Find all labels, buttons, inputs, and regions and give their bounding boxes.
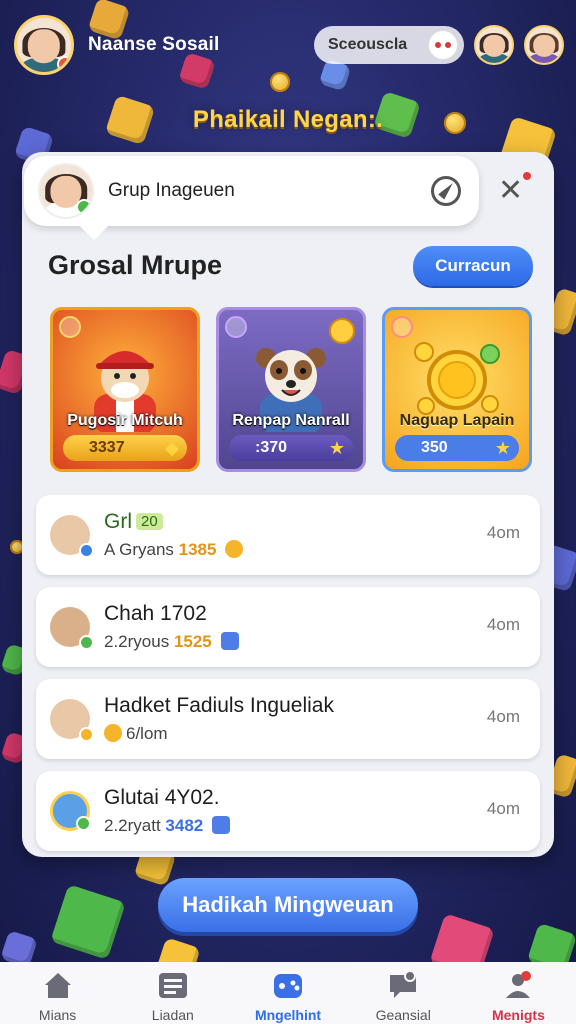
nav-item-chat[interactable]: Geansial <box>346 962 461 1024</box>
badge-icon <box>59 316 81 338</box>
level-tag: 20 <box>136 513 163 530</box>
tile-score: 350 ★ <box>395 435 519 461</box>
member-name: Hadket Fadiuls Ingueliak <box>104 694 334 717</box>
gem-icon: ◆ <box>165 438 179 458</box>
gem-icon <box>220 632 239 650</box>
list-item[interactable]: Grl 20 A Gryans 1385 4om <box>36 495 540 575</box>
member-stats-value: 1385 <box>178 540 217 559</box>
friend-avatar-2[interactable] <box>524 25 564 65</box>
bottom-nav: Mians Liadan Mngelhint Geansial Menigts <box>0 962 576 1024</box>
page-heading: Phaikail Negan:. <box>192 106 384 133</box>
member-stats-value: 6/lom <box>126 724 168 743</box>
nav-label: Mians <box>38 1007 77 1023</box>
member-stats-label: 2.2ryatt <box>104 816 166 835</box>
dice-icon[interactable] <box>428 30 458 60</box>
member-list: Grl 20 A Gryans 1385 4om Chah 1702 2.2ryo… <box>36 495 540 863</box>
tile-score-value: :370 <box>255 439 288 456</box>
close-icon[interactable]: ✕ <box>498 172 532 206</box>
list-item[interactable]: Chah 1702 2.2ryous 1525 4om <box>36 587 540 667</box>
nav-item-games[interactable]: Mngelhint <box>230 962 345 1024</box>
chat-text: Grup Inageuen <box>108 180 235 201</box>
badge-icon <box>225 316 247 338</box>
group-card: Grup Inageuen ✕ Grosal Mrupe Curracun Pu… <box>22 152 554 857</box>
tile-score: :370 ★ <box>229 435 353 461</box>
row-time: 4om <box>486 615 520 634</box>
clock-icon <box>104 724 122 742</box>
badge-icon <box>391 316 413 338</box>
nav-item-list[interactable]: Liadan <box>115 962 230 1024</box>
verified-icon <box>76 199 92 215</box>
section-action-button[interactable]: Curracun <box>413 246 533 286</box>
member-avatar <box>50 515 94 558</box>
tile-name: Naguap Lapain <box>399 412 515 429</box>
member-stats: 2.2ryous 1525 <box>104 632 239 652</box>
nav-item-profile[interactable]: Menigts <box>461 962 576 1024</box>
row-time: 4om <box>486 523 520 542</box>
chat-bubble[interactable]: Grup Inageuen <box>24 156 479 226</box>
game-tiles: Pugosir Mitcuh 3337 ◆ Renpap Nanrall :37… <box>50 307 532 472</box>
member-stats: A Gryans 1385 <box>104 540 244 560</box>
nav-label: Liadan <box>151 1007 194 1023</box>
game-tile[interactable]: Renpap Nanrall :370 ★ <box>216 307 366 472</box>
tile-score: 3337 ◆ <box>63 435 187 461</box>
nav-label: Mngelhint <box>254 1007 322 1023</box>
member-avatar <box>50 607 94 650</box>
member-stats: 2.2ryatt 3482 <box>104 816 230 836</box>
member-stats: 6/lom <box>104 724 334 744</box>
tile-name: Pugosir Mitcuh <box>67 412 183 429</box>
section-title: Grosal Mrupe <box>48 250 223 280</box>
member-avatar <box>50 791 91 831</box>
chat-avatar <box>38 163 94 219</box>
star-icon: ★ <box>328 438 345 458</box>
verified-icon <box>79 543 94 558</box>
list-item[interactable]: Hadket Fadiuls Ingueliak 6/lom 4om <box>36 679 540 759</box>
username: Naanse Sosail <box>88 34 220 55</box>
search-label: Sceouscla <box>328 36 408 53</box>
game-tile[interactable]: Pugosir Mitcuh 3337 ◆ <box>50 307 200 472</box>
tile-score-value: 350 <box>421 439 448 456</box>
member-stats-value: 1525 <box>173 632 212 651</box>
coin-icon <box>225 540 244 558</box>
member-name: Chah 1702 <box>104 602 207 625</box>
tile-name: Renpap Nanrall <box>232 412 350 429</box>
top-bar: Naanse Sosail Sceouscla <box>14 14 564 76</box>
search-pill[interactable]: Sceouscla <box>314 26 464 64</box>
home-icon <box>44 973 71 998</box>
user-avatar[interactable] <box>14 15 74 75</box>
friend-avatar-1[interactable] <box>474 25 514 65</box>
star-icon: ★ <box>494 438 511 458</box>
chat-icon <box>390 970 417 998</box>
profile-icon <box>506 971 532 998</box>
nav-label: Menigts <box>491 1007 545 1023</box>
verified-icon <box>79 727 94 742</box>
member-name-text: Grl <box>104 510 132 533</box>
game-tile[interactable]: Naguap Lapain 350 ★ <box>382 307 532 472</box>
list-icon <box>158 973 187 998</box>
member-avatar <box>50 699 94 742</box>
list-item[interactable]: Glutai 4Y02. 2.2ryatt 3482 4om <box>36 771 540 851</box>
row-time: 4om <box>486 799 520 818</box>
member-name: Grl 20 <box>104 510 243 534</box>
row-time: 4om <box>486 707 520 726</box>
gem-icon <box>211 816 230 834</box>
nav-label: Geansial <box>375 1007 431 1023</box>
tile-score-value: 3337 <box>89 439 125 456</box>
compass-icon[interactable] <box>431 176 461 206</box>
status-badge <box>57 56 71 72</box>
member-name: Glutai 4Y02. <box>104 786 220 809</box>
cta-button[interactable]: Hadikah Mingweuan <box>158 878 418 932</box>
member-stats-label: A Gryans <box>104 540 179 559</box>
verified-icon <box>76 816 91 831</box>
nav-item-home[interactable]: Mians <box>0 962 115 1024</box>
member-stats-value: 3482 <box>165 816 204 835</box>
verified-icon <box>79 635 94 650</box>
member-stats-label: 2.2ryous <box>104 632 174 651</box>
gamepad-icon <box>274 974 302 998</box>
